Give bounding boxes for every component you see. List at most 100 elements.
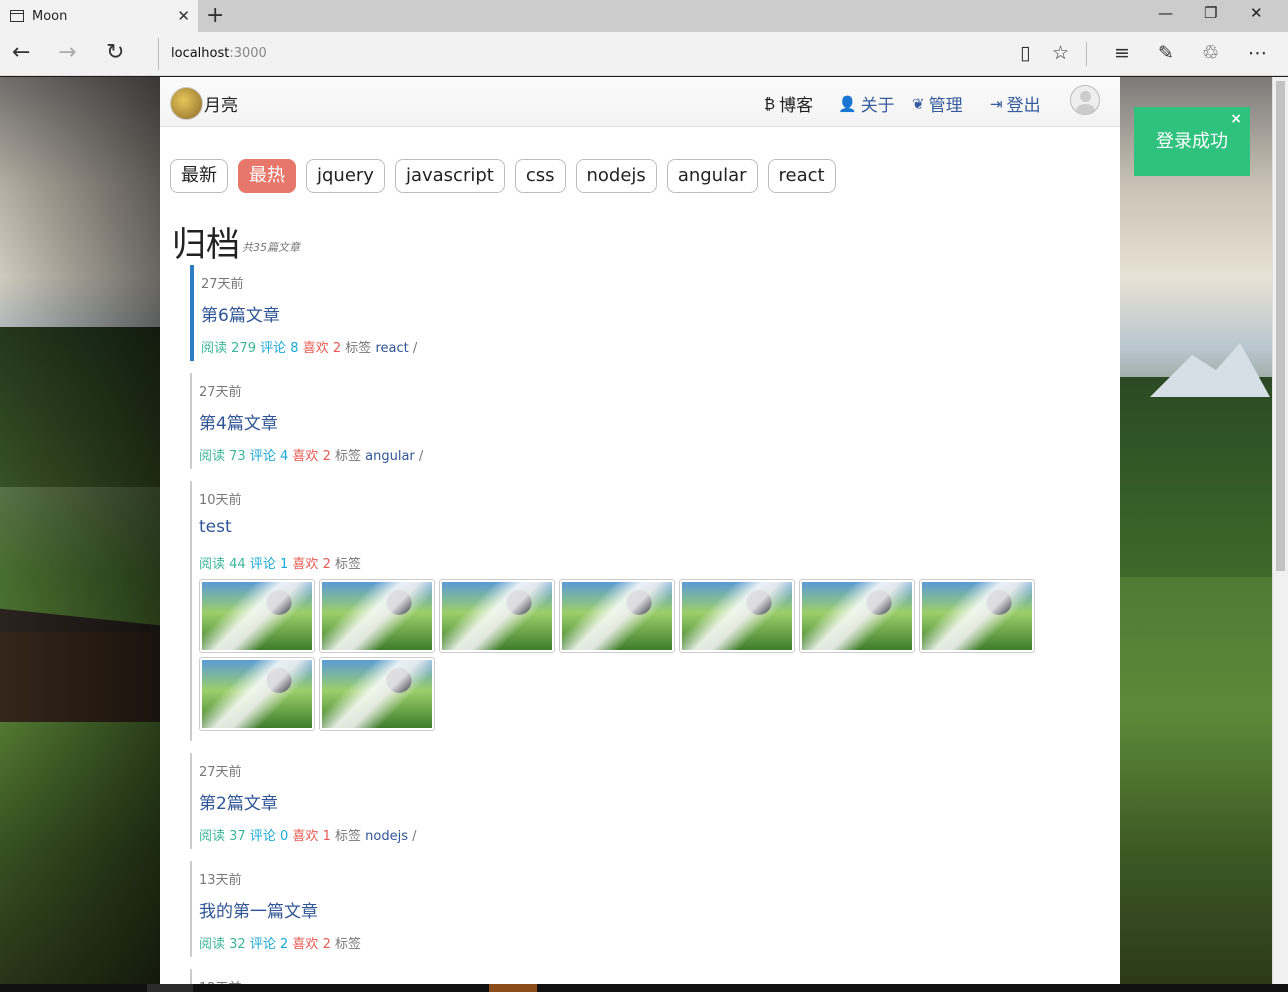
post-title[interactable]: 第2篇文章	[199, 783, 1090, 817]
post-title[interactable]: 第4篇文章	[199, 403, 1090, 437]
new-tab-icon[interactable]: +	[206, 3, 224, 28]
background-shade	[0, 77, 160, 984]
forward-icon[interactable]: →	[58, 40, 76, 65]
anime-image	[562, 582, 672, 650]
post-meta: 阅读 44 评论 1 喜欢 2 标签	[199, 545, 1090, 577]
logo-avatar[interactable]	[170, 87, 203, 120]
post-tag-link[interactable]: nodejs	[365, 829, 408, 844]
tag-label: 标签	[335, 557, 362, 572]
post-image-gallery	[199, 577, 1049, 741]
like-count: 1	[322, 829, 331, 844]
post-time: 27天前	[199, 765, 242, 780]
post-image-thumbnail[interactable]	[319, 579, 435, 653]
post-image-thumbnail[interactable]	[199, 657, 315, 731]
back-icon[interactable]: ←	[12, 40, 30, 65]
like-label: 喜欢	[292, 557, 319, 572]
post-image-thumbnail[interactable]	[439, 579, 555, 653]
user-avatar[interactable]	[1070, 85, 1100, 115]
post-time: 27天前	[201, 277, 244, 292]
anime-image	[442, 582, 552, 650]
web-note-icon[interactable]: ✎	[1158, 42, 1174, 64]
post-time: 13天前	[199, 873, 242, 888]
like-count: 2	[322, 557, 331, 572]
tag-react[interactable]: react	[767, 159, 836, 193]
post-title[interactable]: 第6篇文章	[201, 295, 1090, 329]
browser-tab-bar: Moon ✕ + — ❐ ✕	[0, 0, 1288, 32]
page-scrollbar[interactable]	[1272, 77, 1288, 984]
scrollbar-thumb[interactable]	[1276, 81, 1285, 571]
address-bar[interactable]: localhost:3000	[158, 38, 1018, 70]
share-icon[interactable]: ♲	[1202, 42, 1219, 64]
comment-count: 4	[280, 449, 289, 464]
nav-about[interactable]: 👤 关于	[838, 91, 895, 117]
taskbar-strip	[0, 984, 1288, 992]
favorite-star-icon[interactable]: ☆	[1052, 42, 1069, 64]
nav-blog[interactable]: ₿ 博客	[764, 91, 814, 117]
browser-nav-bar: ← → ↻ localhost:3000 ▯ ☆ ≡ ✎ ♲ ⋯	[0, 32, 1288, 76]
refresh-icon[interactable]: ↻	[106, 40, 124, 65]
leaf-icon: ❦	[912, 94, 925, 113]
nav-admin[interactable]: ❦ 管理	[912, 91, 963, 117]
post-image-thumbnail[interactable]	[319, 657, 435, 731]
post-time: 27天前	[199, 385, 242, 400]
post-tag-link[interactable]: angular	[365, 449, 415, 464]
bitcoin-icon: ₿	[764, 94, 776, 113]
post-image-thumbnail[interactable]	[679, 579, 795, 653]
reading-view-icon[interactable]: ▯	[1020, 42, 1030, 64]
logout-icon: ⇥	[990, 94, 1003, 113]
comment-label: 评论	[249, 829, 276, 844]
post-image-thumbnail[interactable]	[799, 579, 915, 653]
tag-javascript[interactable]: javascript	[394, 159, 505, 193]
toast-close-icon[interactable]: ×	[1230, 111, 1242, 127]
like-count: 2	[322, 449, 331, 464]
like-count: 2	[322, 937, 331, 952]
page-icon	[10, 10, 24, 22]
tag-filter-bar: 最新 最热 jquery javascript css nodejs angul…	[170, 159, 836, 193]
tag-label: 标签	[335, 449, 362, 464]
post-title[interactable]: 我的第一篇文章	[199, 891, 1090, 925]
close-window-icon[interactable]: ✕	[1250, 4, 1263, 22]
like-label: 喜欢	[302, 341, 329, 356]
read-count: 73	[229, 449, 246, 464]
post-image-thumbnail[interactable]	[919, 579, 1035, 653]
anime-image	[802, 582, 912, 650]
read-label: 阅读	[201, 341, 228, 356]
restore-icon[interactable]: ❐	[1204, 4, 1217, 22]
post-image-thumbnail[interactable]	[199, 579, 315, 653]
post-image-thumbnail[interactable]	[559, 579, 675, 653]
tag-label: 标签	[345, 341, 372, 356]
anime-image	[202, 582, 312, 650]
close-tab-icon[interactable]: ✕	[177, 7, 190, 25]
read-label: 阅读	[199, 829, 226, 844]
tag-label: 标签	[335, 829, 362, 844]
toast-message: 登录成功	[1156, 131, 1228, 152]
more-icon[interactable]: ⋯	[1248, 42, 1267, 64]
nav-blog-label: 博客	[779, 96, 814, 116]
post-tag-link[interactable]: react	[375, 341, 408, 356]
nav-admin-label: 管理	[928, 96, 963, 116]
nav-logout-label: 登出	[1006, 96, 1041, 116]
minimize-icon[interactable]: —	[1158, 4, 1173, 22]
user-icon: 👤	[838, 94, 857, 113]
tag-angular[interactable]: angular	[666, 159, 758, 193]
read-count: 44	[229, 557, 246, 572]
comment-label: 评论	[249, 449, 276, 464]
read-label: 阅读	[199, 937, 226, 952]
site-brand[interactable]: 月亮	[204, 91, 238, 116]
like-label: 喜欢	[292, 829, 319, 844]
post-title[interactable]: test	[199, 511, 1090, 545]
tag-jquery[interactable]: jquery	[306, 159, 385, 193]
nav-logout[interactable]: ⇥ 登出	[990, 91, 1041, 117]
tag-latest[interactable]: 最新	[170, 159, 228, 193]
hub-icon[interactable]: ≡	[1114, 42, 1130, 64]
post-meta: 阅读 37 评论 0 喜欢 1 标签 nodejs /	[199, 817, 1090, 849]
timeline-entry: 27天前 第4篇文章 阅读 73 评论 4 喜欢 2 标签 angular /	[190, 373, 1090, 469]
read-count: 37	[229, 829, 246, 844]
comment-count: 8	[290, 341, 299, 356]
tag-nodejs[interactable]: nodejs	[575, 159, 657, 193]
tag-label: 标签	[335, 937, 362, 952]
tag-css[interactable]: css	[514, 159, 566, 193]
browser-tab[interactable]: Moon ✕	[0, 0, 198, 32]
like-count: 2	[332, 341, 342, 356]
tag-hottest[interactable]: 最热	[238, 159, 296, 193]
